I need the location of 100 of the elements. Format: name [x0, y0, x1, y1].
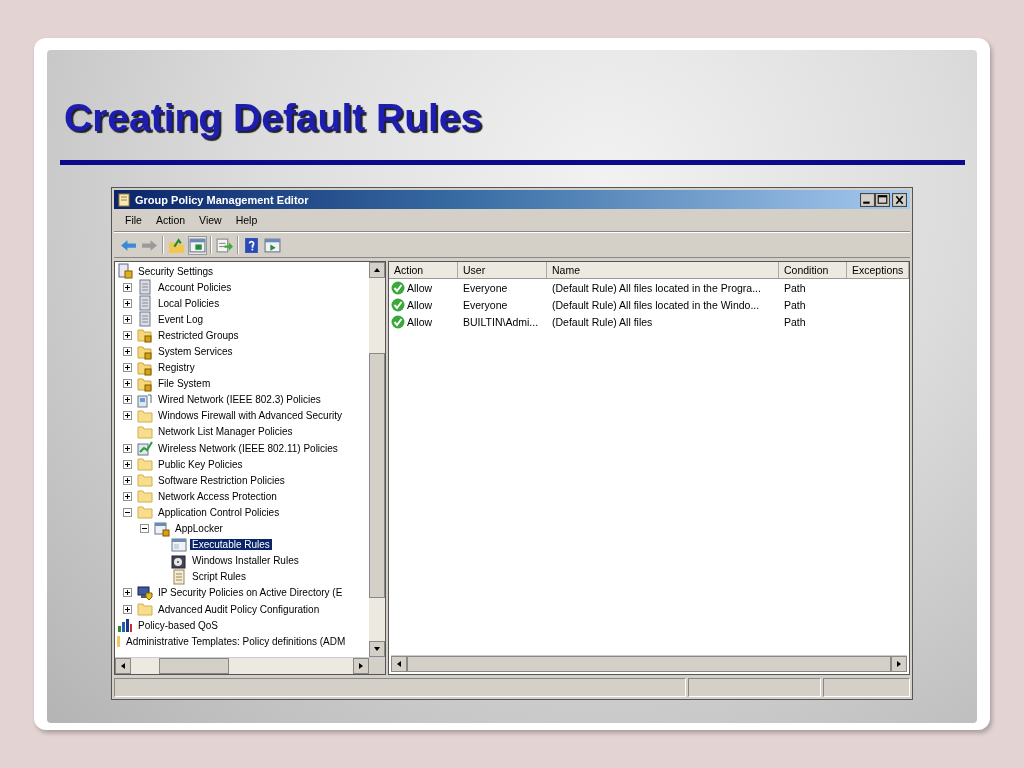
folder-icon [137, 504, 153, 521]
server-icon [137, 311, 153, 328]
expand-icon[interactable] [123, 604, 132, 614]
tree-item[interactable]: Network List Manager Policies [156, 426, 295, 438]
expand-icon[interactable] [123, 379, 132, 389]
table-cell-text: (Default Rule) All files located in the Progra... [551, 280, 762, 295]
folder-icon [137, 488, 153, 505]
expand-icon[interactable] [123, 330, 132, 340]
table-cell-text: Path [783, 280, 807, 295]
table-cell: Allow [407, 314, 433, 329]
tree-item[interactable]: Account Policies [156, 281, 234, 293]
folder-icon [137, 424, 153, 440]
maximize-button[interactable] [875, 192, 890, 207]
tree-item[interactable]: Script Rules [190, 571, 248, 583]
minimize-button[interactable] [860, 192, 875, 207]
column-header[interactable]: Name [547, 262, 779, 278]
disc-box-icon [171, 552, 187, 569]
tree-item[interactable]: Administrative Templates: Policy definitions (ADM [124, 635, 348, 647]
scroll-down-icon[interactable] [369, 641, 385, 657]
checkmark-icon [391, 297, 405, 312]
window-lock-icon [154, 520, 170, 537]
tree-item[interactable]: Wireless Network (IEEE 802.11) Policies [156, 442, 340, 454]
scroll-right-icon[interactable] [891, 656, 907, 672]
folder-lock-icon [137, 375, 153, 392]
collapse-icon[interactable] [140, 524, 149, 534]
tree-item[interactable]: IP Security Policies on Active Directory (E [156, 587, 345, 599]
slide-title: Creating Default Rules [63, 95, 484, 141]
menu-item[interactable]: File [118, 214, 149, 226]
table-cell: Allow [407, 297, 433, 312]
pane-toggle-icon[interactable] [189, 236, 206, 254]
tree-item[interactable]: Restricted Groups [156, 329, 241, 341]
tree-item[interactable]: Network Access Protection [156, 490, 279, 502]
window-play-icon[interactable] [264, 236, 281, 254]
horizontal-scrollbar[interactable] [115, 657, 385, 674]
expand-icon[interactable] [123, 411, 132, 421]
folder-icon [137, 456, 153, 473]
scroll-right-icon[interactable] [353, 658, 369, 674]
menu-item[interactable]: Help [228, 214, 265, 226]
tree-item[interactable]: Windows Firewall with Advanced Security [156, 410, 344, 422]
close-button[interactable] [892, 192, 907, 207]
server-icon [137, 295, 153, 312]
expand-icon[interactable] [123, 459, 132, 469]
scroll-left-icon[interactable] [115, 658, 131, 674]
table-cell-text: BUILTIN\Admi... [462, 314, 540, 329]
folder-icon [137, 407, 153, 424]
tree-item[interactable]: Wired Network (IEEE 802.3) Policies [156, 394, 323, 406]
column-header[interactable]: Action [389, 262, 458, 278]
column-header[interactable]: User [458, 262, 547, 278]
table-row[interactable]: Allow Everyone (Default Rule) All files located in the Progra... Path [389, 279, 909, 296]
tree-item[interactable]: Windows Installer Rules [190, 555, 301, 567]
expand-icon[interactable] [123, 588, 132, 598]
tree-item[interactable]: Security Settings [136, 265, 216, 277]
scroll-thumb[interactable] [159, 658, 229, 674]
tree-item[interactable]: Policy-based QoS [136, 619, 221, 631]
export-list-icon[interactable] [216, 236, 233, 254]
table-cell-text: Everyone [462, 297, 509, 312]
checkmark-icon [391, 280, 405, 295]
tree-item[interactable]: Registry [156, 362, 197, 374]
tree-item[interactable]: Executable Rules [190, 539, 272, 551]
folder-lock-icon [137, 343, 153, 360]
checkmark-icon [391, 314, 405, 329]
folder-up-icon[interactable] [168, 236, 185, 254]
table-cell: Allow [407, 280, 433, 295]
column-header[interactable]: Condition [779, 262, 847, 278]
scrollbar-corner [369, 658, 385, 674]
tree-item[interactable]: Event Log [156, 313, 206, 325]
tree-item[interactable]: System Services [156, 346, 235, 357]
tree-item[interactable]: Application Control Policies [156, 506, 282, 518]
column-header[interactable]: Exceptions [847, 262, 909, 278]
expand-icon[interactable] [123, 298, 132, 308]
expand-icon[interactable] [123, 363, 132, 373]
expand-icon[interactable] [123, 347, 132, 356]
scroll-left-icon[interactable] [391, 656, 407, 672]
tree-item[interactable]: File System [156, 378, 213, 390]
menu-item[interactable]: Action [148, 214, 193, 226]
menu-item[interactable]: View [192, 214, 229, 226]
notebook-icon [117, 192, 131, 207]
tree-item[interactable]: Advanced Audit Policy Configuration [156, 603, 322, 615]
network-icon [137, 391, 153, 408]
expand-icon[interactable] [123, 314, 132, 324]
vertical-scrollbar[interactable] [369, 262, 385, 657]
expand-icon[interactable] [123, 395, 132, 405]
table-row[interactable]: Allow BUILTIN\Admi... (Default Rule) All files Path [389, 313, 909, 330]
scroll-up-icon[interactable] [369, 262, 385, 278]
tree-item[interactable]: AppLocker [173, 523, 225, 535]
table-row[interactable]: Allow Everyone (Default Rule) All files located in the Windo... Path [389, 296, 909, 313]
expand-icon[interactable] [123, 443, 132, 453]
help-icon[interactable] [243, 236, 260, 254]
tree-item[interactable]: Public Key Policies [156, 458, 245, 470]
tree-item[interactable]: Software Restriction Policies [156, 474, 287, 486]
scroll-thumb[interactable] [369, 353, 385, 598]
expand-icon[interactable] [123, 475, 132, 485]
folder-icon [137, 472, 153, 489]
expand-icon[interactable] [123, 282, 132, 292]
collapse-icon[interactable] [123, 507, 132, 517]
table-cell-text: (Default Rule) All files [551, 314, 654, 329]
tree-item[interactable]: Local Policies [156, 297, 222, 309]
document-lock-icon [117, 263, 133, 280]
folder-icon [137, 601, 153, 617]
expand-icon[interactable] [123, 491, 132, 501]
